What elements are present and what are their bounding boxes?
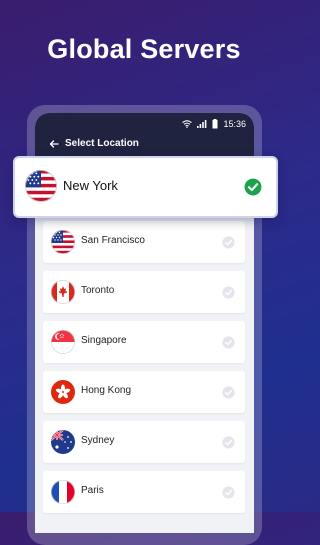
flag-canada-icon — [51, 280, 75, 304]
list-item-hong-kong[interactable]: Hong Kong — [43, 371, 245, 413]
location-name: San Francisco — [81, 235, 145, 246]
list-item-toronto[interactable]: Toronto — [43, 271, 245, 313]
location-name: Hong Kong — [81, 385, 132, 396]
location-name: Paris — [81, 485, 104, 496]
flag-us-icon — [51, 230, 75, 254]
check-circle-icon[interactable] — [222, 386, 235, 399]
location-name: Toronto — [81, 285, 115, 296]
selected-location-name: New York — [63, 178, 118, 193]
check-circle-icon[interactable] — [222, 286, 235, 299]
flag-us-icon — [25, 170, 57, 202]
check-circle-selected-icon[interactable] — [244, 178, 262, 196]
list-item-paris[interactable]: Paris — [43, 471, 245, 513]
check-circle-icon[interactable] — [222, 236, 235, 249]
check-circle-icon[interactable] — [222, 336, 235, 349]
headline: Global Servers — [47, 34, 241, 64]
list-item-san-francisco[interactable]: San Francisco — [43, 221, 245, 263]
flag-hong-kong-icon — [51, 380, 75, 404]
flag-singapore-icon — [51, 330, 75, 354]
selected-location-card[interactable]: New York — [13, 156, 278, 218]
flag-australia-icon — [51, 430, 75, 454]
check-circle-icon[interactable] — [222, 486, 235, 499]
list-item-singapore[interactable]: Singapore — [43, 321, 245, 363]
list-item-sydney[interactable]: Sydney — [43, 421, 245, 463]
check-circle-icon[interactable] — [222, 436, 235, 449]
flag-france-icon — [51, 480, 75, 504]
location-name: Sydney — [81, 435, 115, 446]
location-name: Singapore — [81, 335, 127, 346]
